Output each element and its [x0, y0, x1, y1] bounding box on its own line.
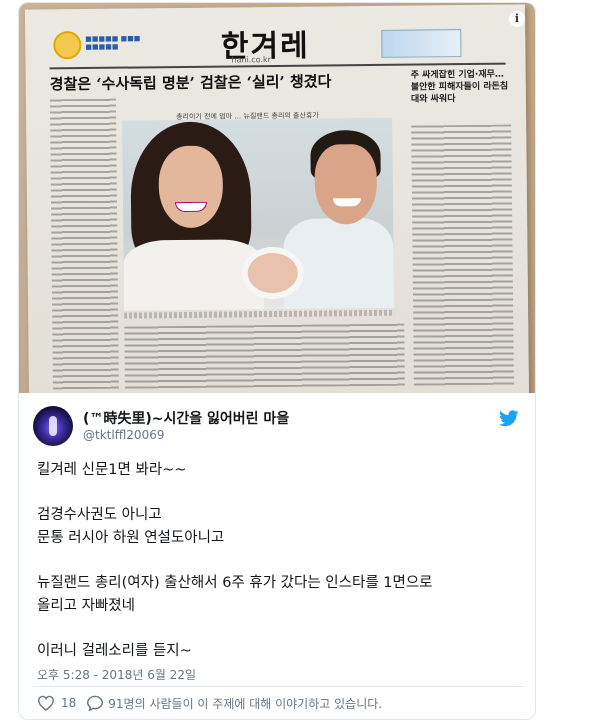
tweet-timestamp[interactable]: 오후 5:28 - 2018년 6월 22일 [37, 666, 196, 683]
display-name[interactable]: (™時失里)~시간을 잃어버린 마을 [83, 408, 289, 428]
tweet-author[interactable]: (™時失里)~시간을 잃어버린 마을 @tktlffl20069 [33, 406, 523, 450]
newspaper-page: ■■■■■ ■■■ ■■■■■ 한겨레 hani.co.kr 경찰은 ‘수사독립… [24, 4, 530, 393]
heart-icon[interactable] [37, 695, 55, 711]
tweet-actions: 18 91명의 사람들이 이 주제에 대해 이야기하고 있습니다. [37, 693, 382, 713]
user-handle[interactable]: @tktlffl20069 [83, 428, 164, 442]
man-smile [332, 198, 362, 207]
newspaper-url: hani.co.kr [231, 55, 271, 65]
newspaper-side-headline: 주 싸게잡힌 기업·재무… 불안한 피해자들이 라돈침대와 싸워다 [410, 69, 509, 105]
tweet-line: 올리고 자빠졌네 [37, 597, 135, 614]
tweet-card[interactable]: ■■■■■ ■■■ ■■■■■ 한겨레 hani.co.kr 경찰은 ‘수사독립… [18, 2, 536, 720]
speech-bubble-icon[interactable] [86, 695, 104, 711]
man-face [314, 143, 378, 225]
article-column [49, 98, 119, 390]
conversation-link[interactable]: 91명의 사람들이 이 주제에 대해 이야기하고 있습니다. [108, 695, 382, 712]
divider [33, 686, 523, 687]
mascot-logo [53, 31, 82, 60]
like-count[interactable]: 18 [61, 696, 76, 710]
photo-credit-line [124, 309, 395, 319]
article-column [411, 124, 514, 386]
info-icon[interactable]: i [509, 11, 525, 27]
newspaper-headline: 경찰은 ‘수사독립 명분’ 검찰은 ‘실리’ 챙겼다 [49, 72, 332, 94]
tweet-line: 문통 러시아 하원 연설도아니고 [37, 529, 225, 546]
tweet-line: 뉴질랜드 총리(여자) 출산해서 6주 휴가 갔다는 인스타를 1면으로 [37, 574, 433, 591]
tweet-line: 이러니 걸레소리를 듣지~ [37, 642, 192, 659]
avatar[interactable] [33, 406, 73, 446]
mascot-ad-text: ■■■■■ ■■■ ■■■■■ [85, 34, 141, 52]
woman-face [158, 145, 224, 229]
tweet-line: 킬겨레 신문1면 봐라~~ [37, 462, 187, 478]
masthead-ad [381, 29, 462, 58]
tweet-photo[interactable]: ■■■■■ ■■■ ■■■■■ 한겨레 hani.co.kr 경찰은 ‘수사독립… [19, 3, 535, 393]
twitter-bird-icon[interactable] [499, 410, 519, 427]
tweet-line: 검경수사권도 아니고 [37, 507, 162, 524]
article-column [124, 323, 405, 389]
tweet-text: 킬겨레 신문1면 봐라~~ 검경수사권도 아니고 문통 러시아 하원 연설도아니… [37, 459, 527, 662]
newspaper-photo [122, 117, 395, 311]
